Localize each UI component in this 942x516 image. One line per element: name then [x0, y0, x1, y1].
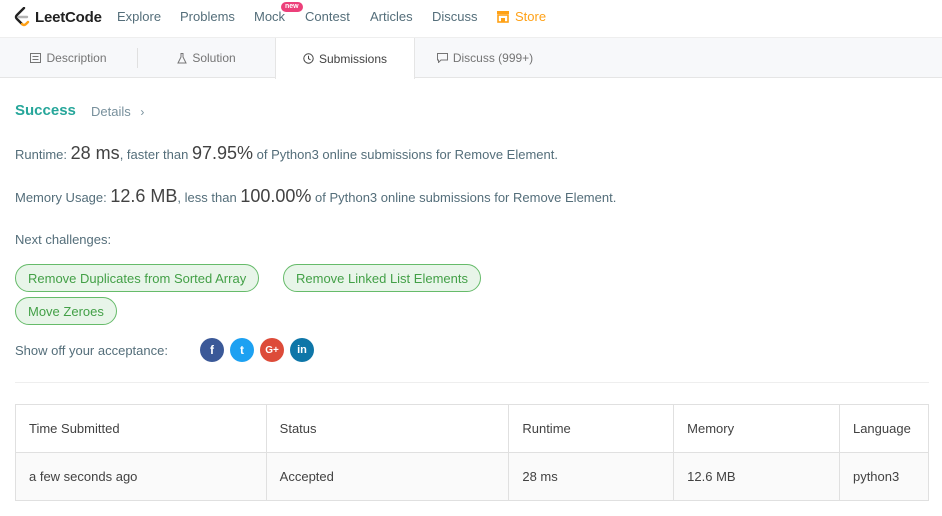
tab-description[interactable]: Description — [0, 38, 137, 78]
nav-discuss[interactable]: Discuss — [432, 9, 478, 24]
table-row[interactable]: a few seconds ago Accepted 28 ms 12.6 MB… — [15, 452, 930, 501]
top-navbar: LeetCode Explore Problems Mock new Conte… — [0, 0, 942, 37]
tab-description-label: Description — [46, 51, 107, 65]
challenge-chip[interactable]: Move Zeroes — [15, 297, 117, 325]
tab-submissions[interactable]: Submissions — [275, 38, 415, 79]
memory-value: 12.6 MB — [110, 186, 178, 206]
challenge-chip[interactable]: Remove Duplicates from Sorted Array — [15, 264, 260, 292]
language-cell: python3 — [838, 452, 930, 501]
nav-store-label: Store — [515, 9, 547, 24]
logo-link[interactable]: LeetCode — [14, 6, 102, 28]
linkedin-icon[interactable]: in — [290, 338, 314, 362]
tab-solution[interactable]: Solution — [138, 38, 275, 78]
submissions-table: Time Submitted Status Runtime Memory Lan… — [15, 404, 930, 501]
share-label: Show off your acceptance: — [15, 343, 168, 358]
description-icon — [30, 53, 42, 63]
time-submitted-cell: a few seconds ago — [15, 452, 267, 501]
google-plus-icon[interactable]: G+ — [260, 338, 284, 362]
nav-store[interactable]: Store — [496, 9, 546, 24]
column-header: Runtime — [508, 404, 675, 453]
nav-contest[interactable]: Contest — [305, 9, 350, 24]
tab-discuss-label: Discuss (999+) — [452, 51, 534, 65]
column-header: Time Submitted — [15, 404, 267, 453]
nav-problems[interactable]: Problems — [180, 9, 235, 24]
column-header: Status — [265, 404, 510, 453]
column-header: Language — [838, 404, 930, 453]
store-icon — [497, 11, 509, 23]
flask-icon — [177, 52, 188, 63]
details-link[interactable]: Details › — [91, 104, 144, 119]
comment-icon — [436, 53, 448, 63]
clock-icon — [303, 53, 314, 64]
memory-tail-text: of Python3 online submissions for Remove… — [315, 190, 617, 205]
leetcode-logo-icon — [14, 7, 30, 27]
tab-submissions-label: Submissions — [318, 51, 388, 66]
memory-stat: Memory Usage: 12.6 MB, less than 100.00%… — [15, 186, 616, 207]
tab-solution-label: Solution — [192, 51, 236, 65]
runtime-label: Runtime: — [15, 147, 68, 162]
tab-discuss[interactable]: Discuss (999+) — [415, 38, 555, 78]
table-header-row: Time Submitted Status Runtime Memory Lan… — [15, 404, 930, 453]
facebook-icon[interactable]: f — [200, 338, 224, 362]
twitter-icon[interactable]: t — [230, 338, 254, 362]
memory-cell: 12.6 MB — [673, 452, 840, 501]
runtime-mid-text: , faster than — [119, 147, 189, 162]
section-divider — [15, 382, 929, 383]
runtime-tail-text: of Python3 online submissions for Remove… — [256, 147, 558, 162]
new-badge: new — [281, 2, 303, 12]
runtime-value: 28 ms — [70, 143, 120, 163]
column-header: Memory — [673, 404, 840, 453]
details-label: Details — [91, 104, 131, 119]
runtime-stat: Runtime: 28 ms, faster than 97.95% of Py… — [15, 143, 558, 164]
nav-articles[interactable]: Articles — [370, 9, 413, 24]
chevron-right-icon: › — [140, 105, 145, 119]
memory-label: Memory Usage: — [15, 190, 107, 205]
next-challenges-label: Next challenges: — [15, 232, 112, 247]
memory-mid-text: , less than — [177, 190, 237, 205]
challenge-chip[interactable]: Remove Linked List Elements — [283, 264, 481, 292]
result-status: Success — [15, 102, 76, 119]
status-cell[interactable]: Accepted — [265, 452, 510, 501]
runtime-percentile: 97.95% — [191, 143, 254, 163]
runtime-cell: 28 ms — [508, 452, 675, 501]
memory-percentile: 100.00% — [240, 186, 312, 206]
nav-explore[interactable]: Explore — [117, 9, 161, 24]
problem-tabbar: Description Solution Submissions Discuss… — [0, 37, 942, 79]
brand-name: LeetCode — [35, 8, 102, 26]
nav-mock[interactable]: Mock — [254, 9, 285, 24]
